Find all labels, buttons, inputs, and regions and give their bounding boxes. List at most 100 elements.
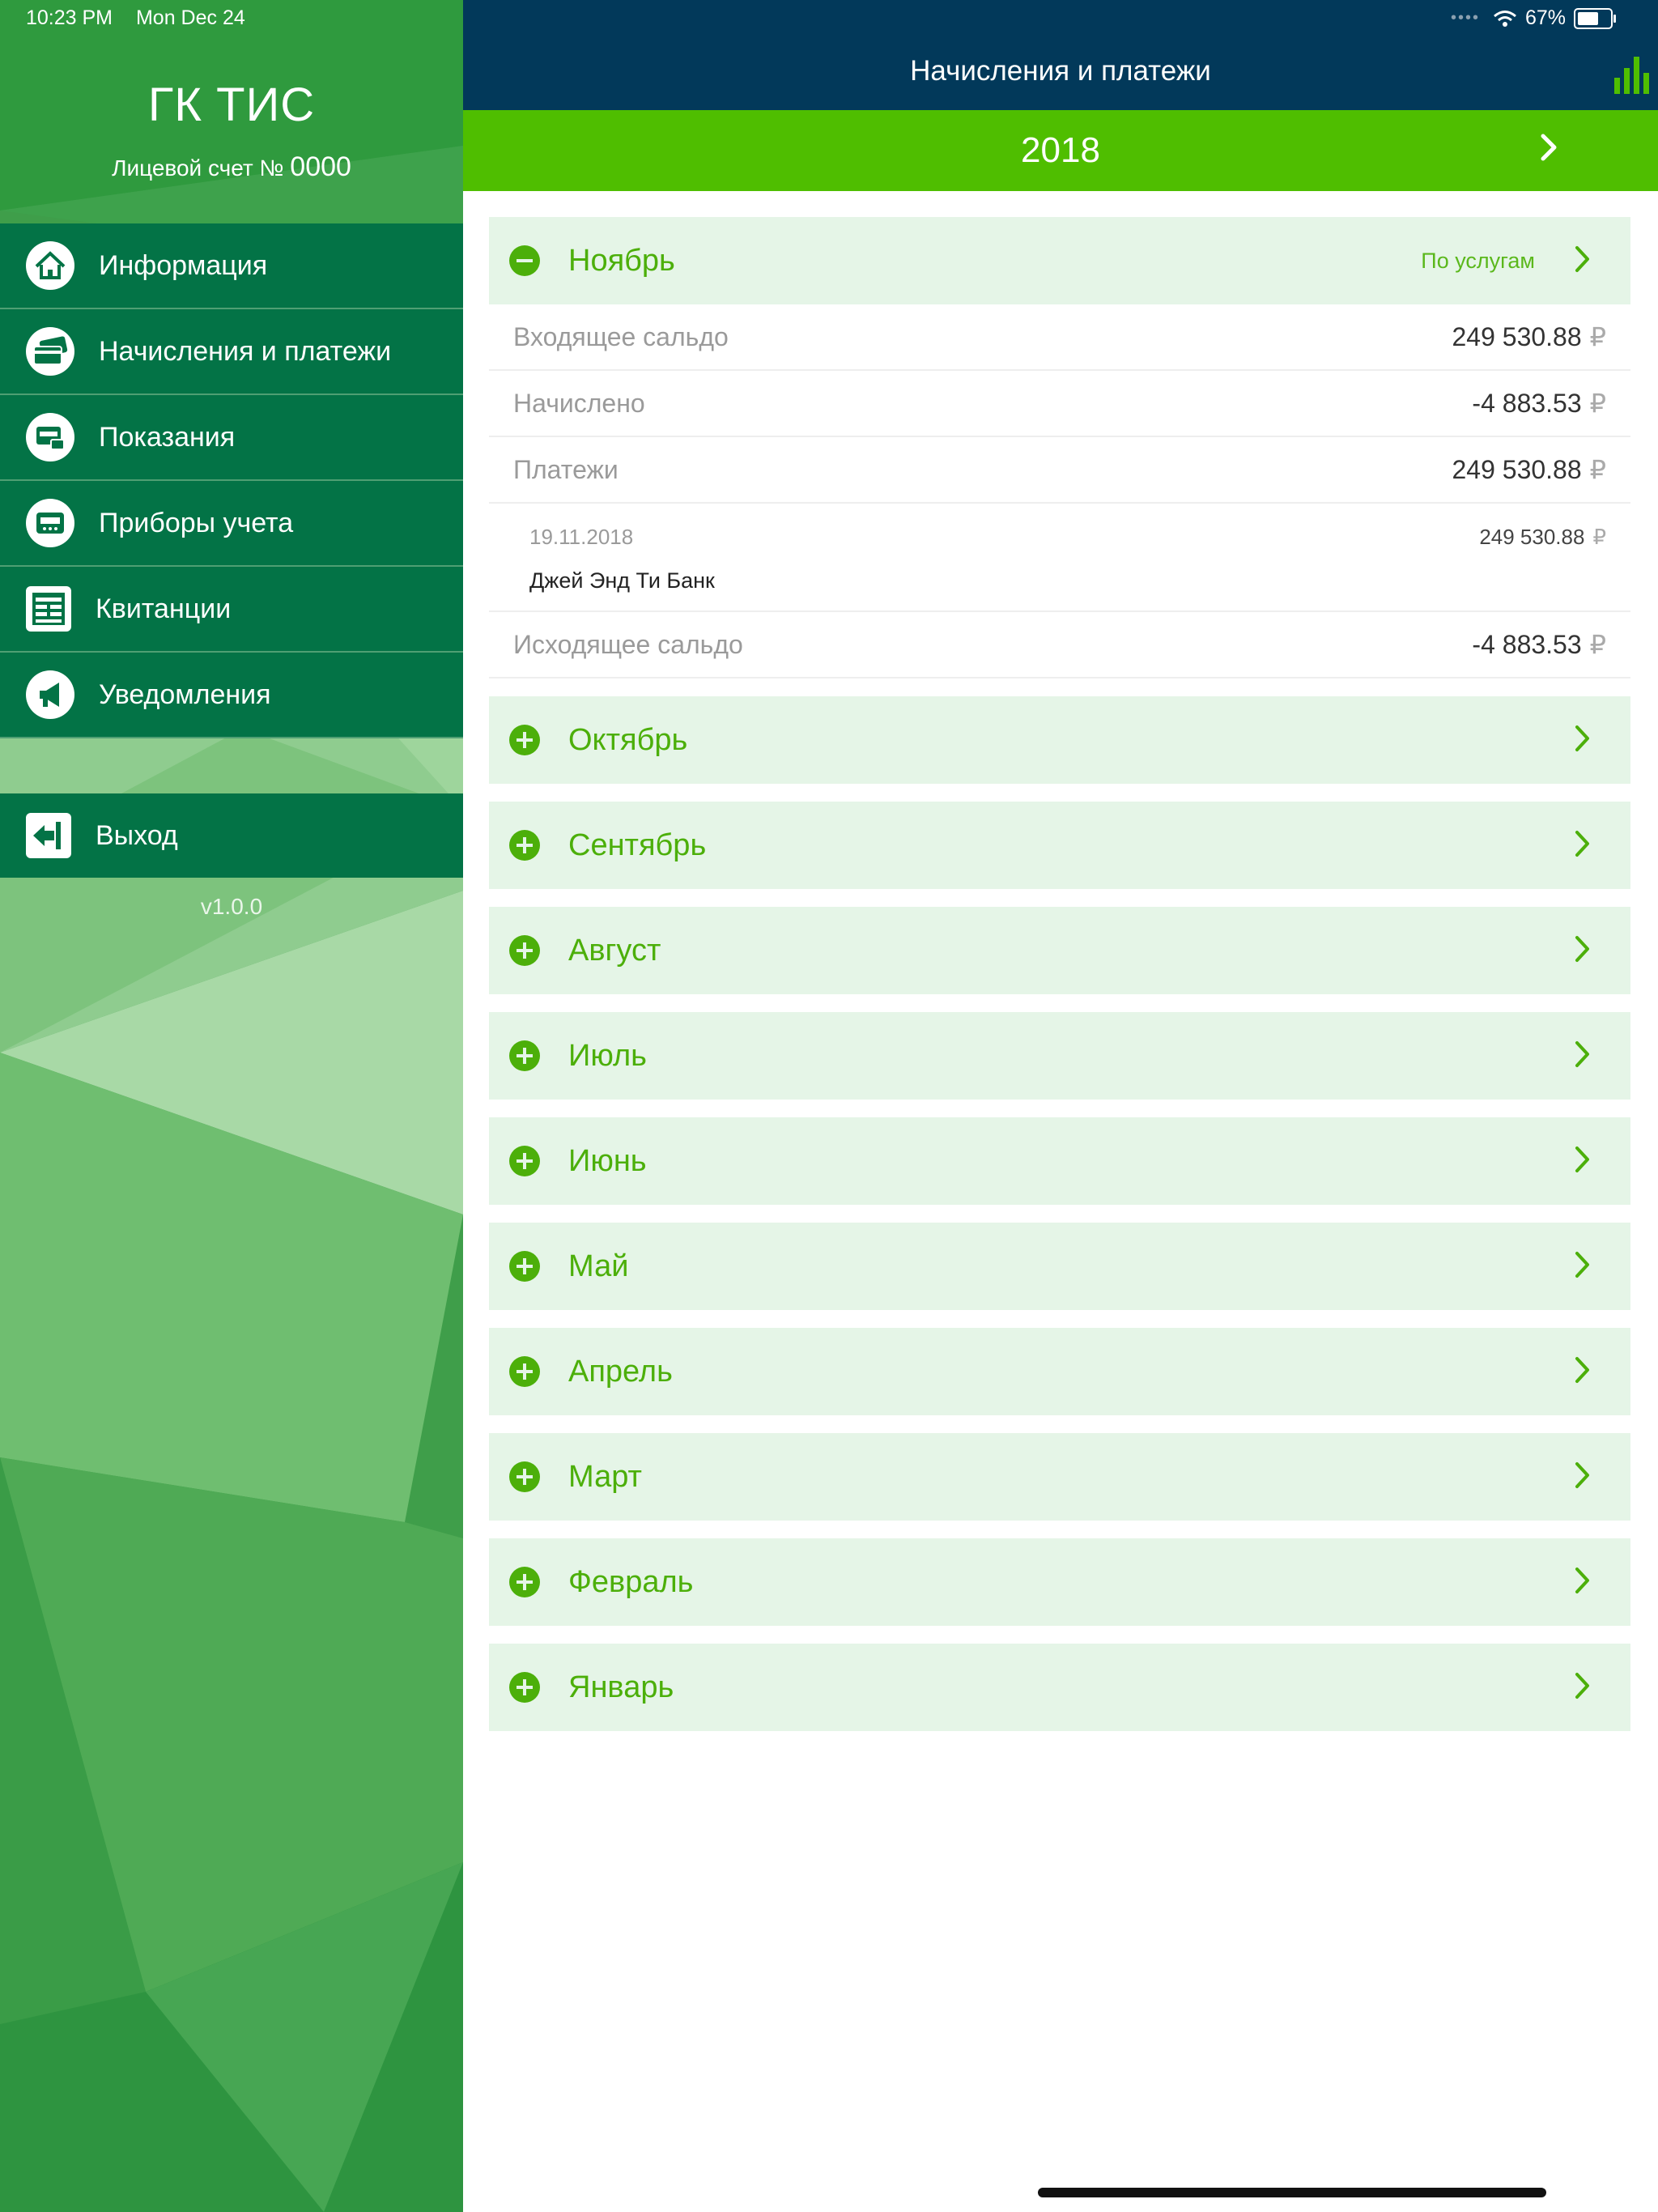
accrued-label: Начислено [513,388,645,418]
collapse-minus-icon[interactable] [508,245,541,277]
exit-icon [26,813,71,858]
credit-card-icon [26,327,74,376]
expand-plus-icon[interactable] [508,1355,541,1388]
expand-plus-icon[interactable] [508,1566,541,1598]
closing-balance-label: Исходящее сальдо [513,629,743,659]
payment-date: 19.11.2018 [529,525,634,549]
opening-balance-value: 249 530.88 [1452,322,1582,351]
opening-balance-label: Входящее сальдо [513,321,729,351]
chevron-right-icon[interactable] [1572,1564,1593,1597]
chevron-right-icon[interactable] [1572,1143,1593,1176]
payments-label: Платежи [513,454,619,484]
month-label: Август [568,933,661,968]
chevron-right-icon[interactable] [1572,827,1593,860]
chevron-right-icon[interactable] [1572,243,1593,275]
month-details: Входящее сальдо 249 530.88 ₽ Начислено -4… [489,304,1630,678]
account-line: Лицевой счет № 0000 [0,151,463,183]
month-row-expanded[interactable]: Ноябрь По услугам [489,217,1630,304]
ruble-sign: ₽ [1592,525,1606,549]
expand-plus-icon[interactable] [508,934,541,967]
accrued-value: -4 883.53 [1472,389,1582,418]
sidebar: 10:23 PM Mon Dec 24 ГК ТИС Лицевой счет … [0,0,463,2212]
month-row[interactable]: Январь [489,1644,1630,1731]
bar-chart-icon[interactable] [1613,53,1652,96]
sidebar-item-charges-payments[interactable]: Начисления и платежи [0,309,463,395]
sidebar-item-notifications[interactable]: Уведомления [0,653,463,738]
chevron-right-icon[interactable] [1572,1249,1593,1281]
payments-value: 249 530.88 [1452,455,1582,484]
month-row[interactable]: Октябрь [489,696,1630,784]
account-number: 0000 [290,151,351,182]
month-label: Январь [568,1670,674,1704]
closing-balance-value: -4 883.53 [1472,630,1582,659]
expand-plus-icon[interactable] [508,1250,541,1283]
chevron-right-icon[interactable] [1572,1354,1593,1386]
page-title: Начисления и платежи [910,55,1211,87]
battery-tip [1613,14,1616,23]
chevron-right-icon[interactable] [1537,131,1561,167]
expand-plus-icon[interactable] [508,1671,541,1704]
home-indicator [1038,2188,1546,2197]
month-label: Ноябрь [568,243,675,278]
month-row[interactable]: Сентябрь [489,802,1630,889]
sidebar-item-information[interactable]: Информация [0,223,463,309]
sidebar-item-label: Начисления и платежи [99,335,392,367]
chevron-right-icon[interactable] [1572,722,1593,755]
closing-balance-row: Исходящее сальдо -4 883.53 ₽ [489,612,1630,678]
wifi-icon [1493,10,1516,27]
month-row[interactable]: Февраль [489,1538,1630,1626]
app-version: v1.0.0 [200,894,263,919]
month-label: Апрель [568,1354,673,1389]
month-label: Октябрь [568,722,688,757]
sidebar-item-label: Приборы учета [99,507,294,538]
sidebar-item-label: Уведомления [99,678,271,710]
expand-plus-icon[interactable] [508,1145,541,1177]
megaphone-icon [26,670,74,719]
sidebar-item-receipts[interactable]: Квитанции [0,567,463,653]
month-row[interactable]: Август [489,907,1630,994]
payments-row: Платежи 249 530.88 ₽ [489,437,1630,504]
month-row[interactable]: Июль [489,1012,1630,1100]
sidebar-menu: Информация Начисления и платежи Показани… [0,223,463,738]
chevron-right-icon[interactable] [1572,1038,1593,1070]
receipt-icon [26,586,71,632]
ruble-sign: ₽ [1589,455,1606,484]
month-row[interactable]: Март [489,1433,1630,1521]
month-row[interactable]: Июнь [489,1117,1630,1205]
account-header: ГК ТИС Лицевой счет № 0000 [0,78,463,183]
chevron-right-icon[interactable] [1572,1670,1593,1702]
by-services-link[interactable]: По услугам [1421,249,1535,274]
year-selector: 2018 [463,110,1658,191]
main-content: •••• 67% Начисления и платежи 2018 Ноябр… [463,0,1658,2212]
battery-icon [1574,7,1616,29]
month-label: Июнь [568,1143,647,1178]
meter-device-icon [26,499,74,547]
sidebar-item-readings[interactable]: Показания [0,395,463,481]
account-label: Лицевой счет № [112,155,284,181]
expand-plus-icon[interactable] [508,1040,541,1072]
ruble-sign: ₽ [1589,322,1606,351]
payment-bank: Джей Энд Ти Банк [529,568,715,593]
sidebar-item-meters[interactable]: Приборы учета [0,481,463,567]
sidebar-item-label: Показания [99,421,236,453]
month-label: Июль [568,1038,647,1073]
logout-button[interactable]: Выход [0,793,463,878]
accrued-row: Начислено -4 883.53 ₽ [489,371,1630,437]
chevron-right-icon[interactable] [1572,1459,1593,1491]
logout-label: Выход [96,819,178,851]
month-label: Март [568,1459,642,1494]
ruble-sign: ₽ [1589,630,1606,659]
month-row[interactable]: Апрель [489,1328,1630,1415]
month-row[interactable]: Май [489,1223,1630,1310]
expand-plus-icon[interactable] [508,829,541,861]
sidebar-item-label: Информация [99,249,268,281]
home-icon [26,241,74,290]
expand-plus-icon[interactable] [508,1461,541,1493]
year-label: 2018 [1021,130,1100,170]
month-label: Май [568,1249,629,1283]
battery-percent: 67% [1524,6,1566,29]
chevron-right-icon[interactable] [1572,933,1593,965]
payment-entry: 19.11.2018 249 530.88 ₽ Джей Энд Ти Банк [489,504,1630,612]
signal-icon: •••• [1450,9,1480,27]
expand-plus-icon[interactable] [508,724,541,756]
